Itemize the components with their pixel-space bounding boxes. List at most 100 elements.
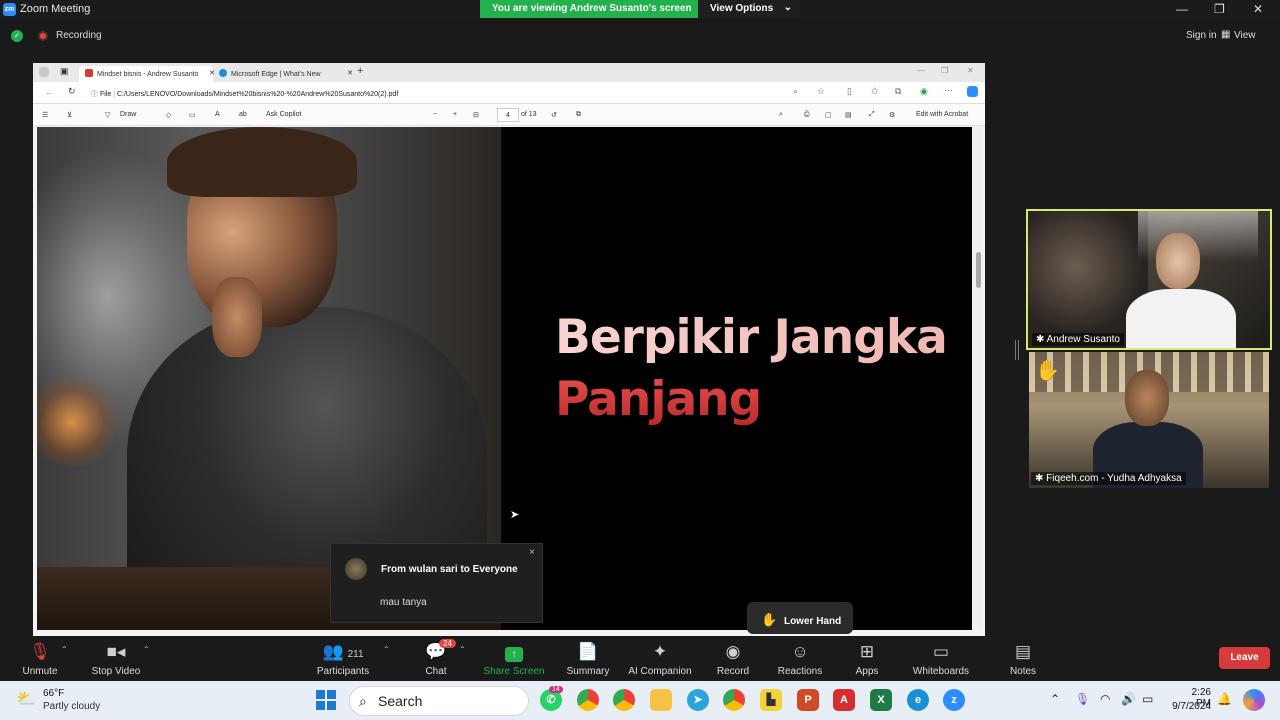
chevron-up-icon[interactable]: ⌃ [459, 645, 466, 654]
notes-button[interactable]: ▤ Notes [983, 640, 1063, 677]
draw-icon[interactable]: ▽ [105, 111, 110, 119]
lower-hand-button[interactable]: ✋ Lower Hand [747, 602, 853, 634]
chat-notification[interactable]: From wulan sari to Everyone mau tanya × [330, 543, 543, 623]
video-tile-andrew[interactable]: ✱ Andrew Susanto [1026, 209, 1272, 350]
tab-edge-whats-new[interactable]: Microsoft Edge | What's New ✕ [213, 66, 353, 82]
edge-icon[interactable]: e [907, 689, 929, 711]
recording-icon[interactable] [38, 31, 48, 41]
profile-icon[interactable] [39, 67, 49, 77]
share-screen-button[interactable]: ↑ Share Screen [474, 640, 554, 677]
close-icon[interactable]: ✕ [1253, 2, 1263, 16]
refresh-icon[interactable]: ↻ [68, 86, 76, 97]
zoom-out-icon[interactable]: − [433, 111, 437, 118]
tab-close-icon[interactable]: ✕ [347, 69, 353, 77]
maximize-icon[interactable]: ❐ [1214, 2, 1225, 16]
microphone-icon[interactable]: 🎙 [1075, 692, 1090, 706]
extension-icon[interactable]: ◉ [920, 86, 928, 97]
man-hair [167, 127, 357, 197]
acrobat-icon[interactable]: A [833, 689, 855, 711]
file-explorer-icon[interactable] [650, 689, 672, 711]
weather-temperature[interactable]: 66°F [43, 688, 64, 699]
more-icon[interactable]: ⋯ [944, 85, 953, 96]
whiteboards-button[interactable]: ▭ Whiteboards [901, 640, 981, 677]
highlight-icon[interactable]: ⊻ [67, 111, 72, 119]
participants-button[interactable]: 👥 211 Participants [303, 640, 383, 677]
battery-icon[interactable]: ▭ [1142, 692, 1153, 706]
save-as-icon[interactable]: ▤ [845, 111, 852, 119]
zoom-app-icon[interactable]: z [943, 689, 965, 711]
apps-button[interactable]: ⊞ Apps [827, 640, 907, 677]
collections-icon[interactable]: ⧉ [895, 86, 901, 97]
window-title: Zoom Meeting [20, 3, 91, 15]
page-number-input[interactable]: 4 [497, 108, 519, 122]
favorites-icon[interactable]: ✩ [871, 86, 879, 97]
url-field[interactable]: ⓘ File | C:/Users/LENOVO/Downloads/Minds… [91, 85, 791, 101]
rotate-icon[interactable]: ↺ [551, 111, 557, 119]
taskbar-search-box[interactable]: ⌕ Search [349, 686, 529, 716]
ask-copilot-button[interactable]: Ask Copilot [266, 111, 301, 118]
whatsapp-badge: 14 [549, 686, 563, 693]
panel-resize-handle[interactable] [1015, 340, 1019, 360]
search-icon[interactable]: ⌕ [779, 111, 783, 119]
chevron-up-icon[interactable]: ⌃ [383, 645, 390, 654]
chevron-up-icon[interactable]: ⌃ [61, 645, 68, 654]
tab-actions-icon[interactable]: ▣ [60, 66, 69, 77]
fullscreen-icon[interactable]: ⤢ [869, 111, 875, 119]
new-tab-icon[interactable]: + [357, 65, 363, 77]
favorite-star-icon[interactable]: ☆ [817, 86, 825, 97]
settings-gear-icon[interactable]: ⚙ [889, 111, 895, 119]
chrome-alt-icon[interactable] [723, 689, 745, 711]
draw-button[interactable]: Draw [120, 111, 136, 118]
translate-icon[interactable]: ab [239, 111, 247, 118]
view-button[interactable]: View [1234, 30, 1256, 41]
leave-button[interactable]: Leave [1219, 647, 1270, 669]
windows-start-icon[interactable] [316, 690, 336, 710]
encryption-shield-icon[interactable]: ✓ [11, 30, 23, 42]
sign-in-button[interactable]: Sign in [1186, 30, 1217, 41]
weather-description[interactable]: Partly cloudy [43, 701, 100, 712]
sparkle-icon: ✦ [652, 642, 668, 661]
edit-with-acrobat-button[interactable]: Edit with Acrobat [916, 111, 968, 118]
ai-companion-button[interactable]: ✦ AI Companion [620, 640, 700, 677]
summary-button[interactable]: 📄 Summary [548, 640, 628, 677]
view-options-button[interactable]: View Options ⌄ [698, 0, 800, 18]
copilot-icon[interactable] [1243, 689, 1265, 711]
eraser-icon[interactable]: ◇ [166, 111, 171, 119]
weather-partly-cloudy-icon[interactable]: ⛅ [16, 689, 38, 709]
scrollbar-thumb[interactable] [976, 252, 981, 288]
copilot-icon[interactable] [967, 86, 978, 97]
zoom-in-icon[interactable]: + [453, 111, 457, 118]
save-icon[interactable]: ▢ [825, 111, 832, 119]
chat-label: Chat [425, 666, 447, 677]
video-tile-yudha[interactable]: ✋ ✱ Fiqeeh.com - Yudha Adhyaksa [1029, 352, 1269, 488]
powerpoint-icon[interactable]: P [797, 689, 819, 711]
read-aloud-icon[interactable]: A [215, 111, 220, 118]
chrome-profile-icon[interactable] [613, 689, 635, 711]
excel-icon[interactable]: X [870, 689, 892, 711]
browser-close-icon[interactable]: ✕ [967, 66, 974, 75]
chevron-up-icon[interactable]: ⌃ [1050, 692, 1060, 706]
chrome-icon[interactable] [577, 689, 599, 711]
volume-icon[interactable]: 🔊 [1121, 692, 1136, 706]
chevron-up-icon[interactable]: ⌃ [143, 645, 150, 654]
pdf-scrollbar[interactable] [974, 127, 983, 630]
back-icon[interactable]: ← [45, 87, 54, 97]
zoom-search-icon[interactable]: ⌕ [793, 86, 798, 97]
unmute-button[interactable]: 🎙 Unmute [0, 640, 80, 677]
browser-maximize-icon[interactable]: ❐ [941, 66, 948, 75]
notification-bell-icon[interactable]: 🔔 [1217, 692, 1232, 706]
fit-page-icon[interactable]: ⊟ [473, 111, 479, 119]
split-screen-icon[interactable]: ▯ [847, 86, 852, 97]
print-icon[interactable]: ⎙ [804, 111, 810, 119]
page-view-icon[interactable]: ⧉ [576, 111, 581, 119]
view-icon[interactable]: ▭ [189, 111, 196, 119]
tab-mindset-bisnis[interactable]: Mindset bisnis - Andrew Susanto ✕ [79, 66, 215, 82]
wifi-icon[interactable]: ◠ [1100, 692, 1110, 706]
minimize-icon[interactable]: — [1176, 2, 1188, 16]
close-icon[interactable]: × [529, 547, 535, 558]
telegram-icon[interactable]: ➤ [687, 689, 709, 711]
browser-minimize-icon[interactable]: — [917, 66, 925, 75]
clock-date[interactable]: 9/7/2024 [1165, 701, 1211, 712]
sticky-notes-icon[interactable]: ▙ [760, 689, 782, 711]
contents-icon[interactable]: ☰ [42, 111, 48, 119]
